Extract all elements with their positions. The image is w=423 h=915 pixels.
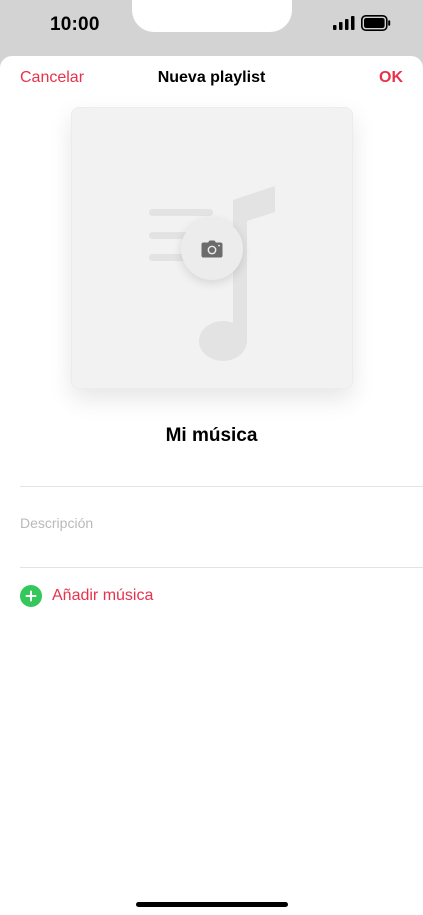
- new-playlist-sheet: Nueva playlist Cancelar OK Mi música Des…: [0, 56, 423, 915]
- camera-button[interactable]: [181, 218, 243, 280]
- playlist-name-field[interactable]: Mi música: [0, 425, 423, 447]
- add-music-button[interactable]: Añadir música: [20, 583, 320, 609]
- divider: [20, 567, 423, 568]
- status-time: 10:00: [50, 14, 100, 35]
- notch: [132, 0, 292, 32]
- navigation-bar: Nueva playlist Cancelar OK: [0, 56, 423, 100]
- home-indicator: [136, 902, 288, 907]
- battery-icon: [361, 15, 391, 31]
- cancel-button[interactable]: Cancelar: [20, 69, 84, 87]
- divider: [20, 486, 423, 487]
- camera-icon: [201, 240, 223, 258]
- cellular-signal-icon: [333, 16, 355, 30]
- status-bar: 10:00: [0, 0, 423, 58]
- plus-circle-icon: [20, 585, 42, 607]
- add-music-label: Añadir música: [52, 587, 154, 604]
- playlist-artwork[interactable]: [71, 107, 353, 389]
- ok-button[interactable]: OK: [379, 69, 403, 87]
- description-field[interactable]: [20, 505, 400, 541]
